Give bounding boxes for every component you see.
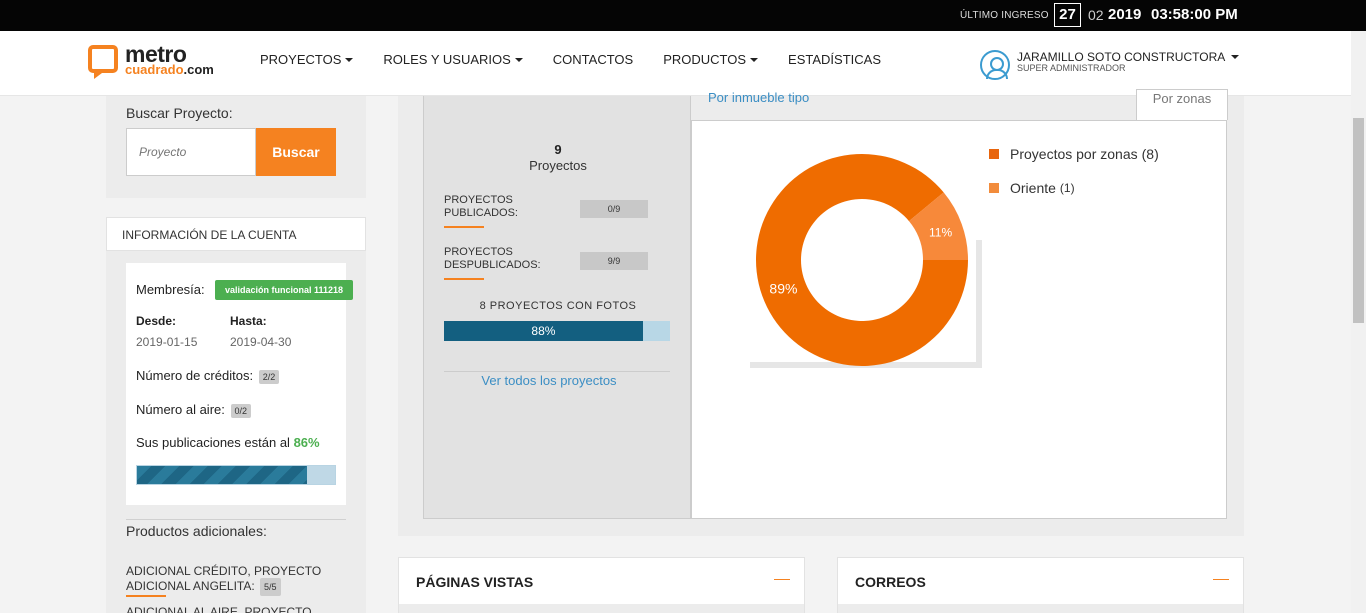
legend-swatch xyxy=(989,183,999,193)
search-project-card: Buscar Proyecto: Buscar xyxy=(106,96,366,198)
nav-item-contactos[interactable]: CONTACTOS xyxy=(553,52,633,67)
publications-progress-bar xyxy=(136,465,336,485)
projects-stats-panel: 9 Proyectos PROYECTOS PUBLICADOS: 0/9 PR… xyxy=(398,89,1244,536)
collapse-icon[interactable] xyxy=(1213,579,1229,580)
nav-item-roles-usuarios[interactable]: ROLES Y USUARIOS xyxy=(383,52,523,67)
on-air-row: Número al aire: 0/2 xyxy=(136,402,252,418)
to-date: 2019-04-30 xyxy=(230,335,292,349)
donut-data-label: 11% xyxy=(929,226,952,240)
account-info-card: INFORMACIÓN DE LA CUENTA Membresía: vali… xyxy=(106,217,366,613)
additional-product-item: ADICIONAL CRÉDITO, PROYECTO ADICIONAL AN… xyxy=(126,564,326,596)
unpublished-label: PROYECTOS DESPUBLICADOS: xyxy=(444,246,541,271)
from-date: 2019-01-15 xyxy=(136,335,198,349)
item-underline xyxy=(126,595,166,597)
unpublished-value: 9/9 xyxy=(580,252,648,270)
project-search-input[interactable] xyxy=(126,128,256,176)
nav-item-productos[interactable]: PRODUCTOS xyxy=(663,52,759,67)
collapse-icon[interactable] xyxy=(774,579,790,580)
publications-percent: 86% xyxy=(293,435,320,450)
chart-legend: Proyectos por zonas (8) Oriente (1) xyxy=(989,146,1159,214)
divider xyxy=(126,519,346,520)
additional-product-item: ADICIONAL AL AIRE, PROYECTO xyxy=(126,605,312,613)
divider xyxy=(444,371,670,372)
user-name[interactable]: JARAMILLO SOTO CONSTRUCTORA xyxy=(1017,50,1240,64)
tab-by-property-type[interactable]: Por inmueble tipo xyxy=(708,90,809,105)
photos-progress-fill: 88% xyxy=(444,321,643,341)
user-avatar-icon[interactable] xyxy=(980,50,1010,80)
from-label: Desde: xyxy=(136,314,177,328)
projects-with-photos-label: 8 PROYECTOS CON FOTOS xyxy=(479,300,637,312)
nav-item-proyectos[interactable]: PROYECTOS xyxy=(260,52,354,67)
published-underline xyxy=(444,226,484,228)
published-label: PROYECTOS PUBLICADOS: xyxy=(444,194,518,219)
donut-data-label: 89% xyxy=(769,280,797,296)
published-value: 0/9 xyxy=(580,200,648,218)
page-views-card: PÁGINAS VISTAS xyxy=(398,557,805,613)
search-button[interactable]: Buscar xyxy=(256,128,336,176)
legend-swatch xyxy=(989,149,999,159)
last-login-time: 03:58:00 PM xyxy=(1151,6,1238,23)
on-air-badge: 0/2 xyxy=(230,403,252,418)
projects-count-label: Proyectos xyxy=(529,158,587,173)
publications-progress-fill xyxy=(137,466,308,484)
nav-item-estadisticas[interactable]: ESTADÍSTICAS xyxy=(788,52,881,67)
chevron-down-icon xyxy=(345,57,354,62)
emails-title: CORREOS xyxy=(855,574,926,590)
last-login-month: 02 xyxy=(1088,7,1104,23)
additional-product-badge: 5/5 xyxy=(260,578,281,596)
logo-square-icon xyxy=(88,45,118,79)
page-scrollbar[interactable] xyxy=(1351,31,1366,613)
credits-badge: 2/2 xyxy=(258,369,280,384)
legend-item-oriente: Oriente (1) xyxy=(989,180,1159,196)
credits-row: Número de créditos: 2/2 xyxy=(136,368,280,384)
user-role: SUPER ADMINISTRADOR xyxy=(1017,63,1126,73)
membership-badge: validación funcional 111218 xyxy=(215,280,354,300)
metrocuadrado-logo[interactable]: metro cuadrado.com xyxy=(88,41,228,79)
additional-products-title: Productos adicionales: xyxy=(126,523,267,539)
zones-donut-chart: 89% 11% xyxy=(756,153,968,366)
account-info-title: INFORMACIÓN DE LA CUENTA xyxy=(106,217,366,251)
chevron-down-icon xyxy=(750,57,759,62)
top-bar: ÚLTIMO INGRESO 27 02 2019 03:58:00 PM xyxy=(0,0,1366,31)
header: metro cuadrado.com PROYECTOS ROLES Y USU… xyxy=(0,31,1351,96)
chevron-down-icon xyxy=(514,57,523,62)
last-login-label: ÚLTIMO INGRESO xyxy=(960,10,1049,21)
page-views-title: PÁGINAS VISTAS xyxy=(416,574,534,590)
card-body xyxy=(399,604,804,613)
legend-item-zones: Proyectos por zonas (8) xyxy=(989,146,1159,162)
search-label: Buscar Proyecto: xyxy=(126,105,233,121)
membership-label: Membresía: xyxy=(136,282,205,297)
to-label: Hasta: xyxy=(230,314,267,328)
tab-by-zone[interactable]: Por zonas xyxy=(1136,89,1228,120)
projects-summary: 9 Proyectos PROYECTOS PUBLICADOS: 0/9 PR… xyxy=(423,96,691,519)
unpublished-underline xyxy=(444,278,484,280)
scrollbar-thumb[interactable] xyxy=(1353,118,1364,323)
publications-row: Sus publicaciones están al 86% xyxy=(136,435,320,450)
logo-cuadrado-text: cuadrado.com xyxy=(125,62,214,77)
projects-count: 9 xyxy=(554,142,562,157)
chevron-down-icon xyxy=(1231,55,1240,59)
card-body xyxy=(838,604,1243,613)
main-nav: PROYECTOS ROLES Y USUARIOS CONTACTOS PRO… xyxy=(260,52,881,67)
last-login-day: 27 xyxy=(1054,3,1081,27)
account-details: Membresía: validación funcional 111218 D… xyxy=(126,263,354,505)
emails-card: CORREOS xyxy=(837,557,1244,613)
last-login-year: 2019 xyxy=(1108,6,1142,23)
view-all-projects-link[interactable]: Ver todos los proyectos xyxy=(424,373,674,388)
photos-progress-bar: 88% xyxy=(444,321,670,341)
